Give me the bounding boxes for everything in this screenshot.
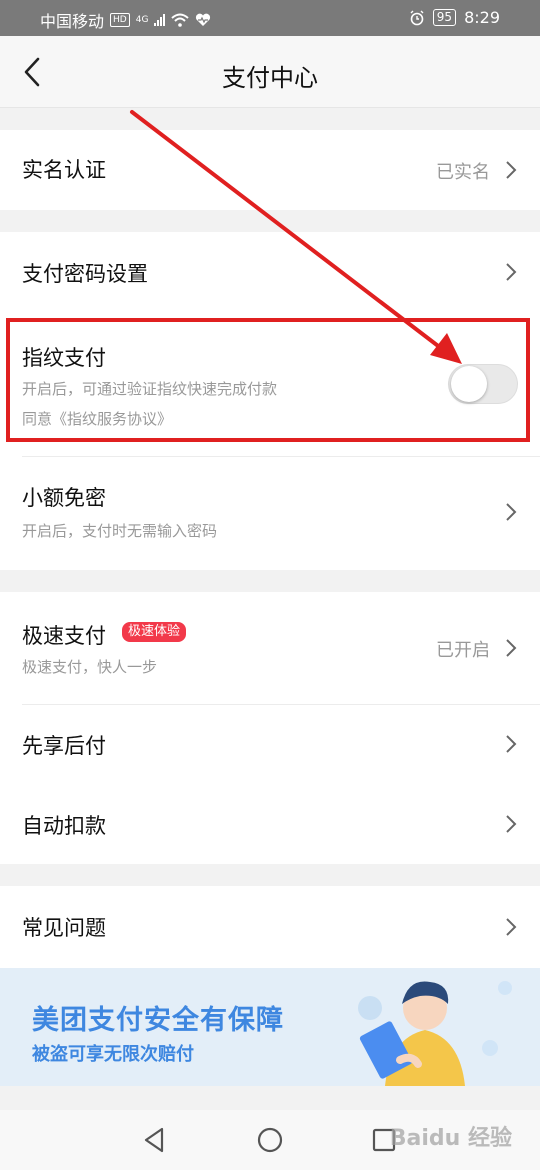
- nav-home-circle-icon[interactable]: [254, 1124, 286, 1156]
- nav-back-triangle-icon[interactable]: [138, 1124, 170, 1156]
- security-banner[interactable]: 美团支付安全有保障 被盗可享无限次赔付: [0, 968, 540, 1086]
- fastpay-badge: 极速体验: [122, 622, 187, 642]
- paylater-row[interactable]: 先享后付: [0, 704, 540, 784]
- banner-title: 美团支付安全有保障: [32, 1005, 284, 1036]
- paylater-title: 先享后付: [22, 734, 106, 758]
- chevron-right-icon: [506, 815, 517, 833]
- smallfree-desc: 开启后，支付时无需输入密码: [22, 522, 218, 540]
- payment-mode-group: 极速支付 极速体验 极速支付，快人一步 已开启 先享后付 自动扣款: [0, 592, 540, 864]
- autodebit-title: 自动扣款: [22, 814, 106, 838]
- fastpay-row[interactable]: 极速支付 极速体验 极速支付，快人一步 已开启: [0, 592, 540, 704]
- faq-group: 常见问题: [0, 886, 540, 968]
- smallfree-title: 小额免密: [22, 486, 106, 510]
- baidu-watermark: Baidu 经验: [389, 1126, 512, 1151]
- fastpay-title: 极速支付: [22, 624, 106, 648]
- fastpay-desc: 极速支付，快人一步: [22, 658, 158, 676]
- annotation-arrow-icon: [130, 110, 462, 364]
- autodebit-row[interactable]: 自动扣款: [0, 784, 540, 864]
- fastpay-status: 已开启: [436, 640, 490, 661]
- chevron-right-icon: [506, 735, 517, 753]
- smallfree-row[interactable]: 小额免密 开启后，支付时无需输入密码: [0, 456, 540, 570]
- chevron-right-icon: [506, 918, 517, 936]
- faq-title: 常见问题: [22, 916, 106, 940]
- chevron-right-icon: [506, 639, 517, 657]
- chevron-right-icon: [506, 503, 517, 521]
- person-with-tablet-illustration: [358, 981, 512, 1086]
- banner-subtitle: 被盗可享无限次赔付: [32, 1044, 194, 1065]
- faq-row[interactable]: 常见问题: [0, 886, 540, 968]
